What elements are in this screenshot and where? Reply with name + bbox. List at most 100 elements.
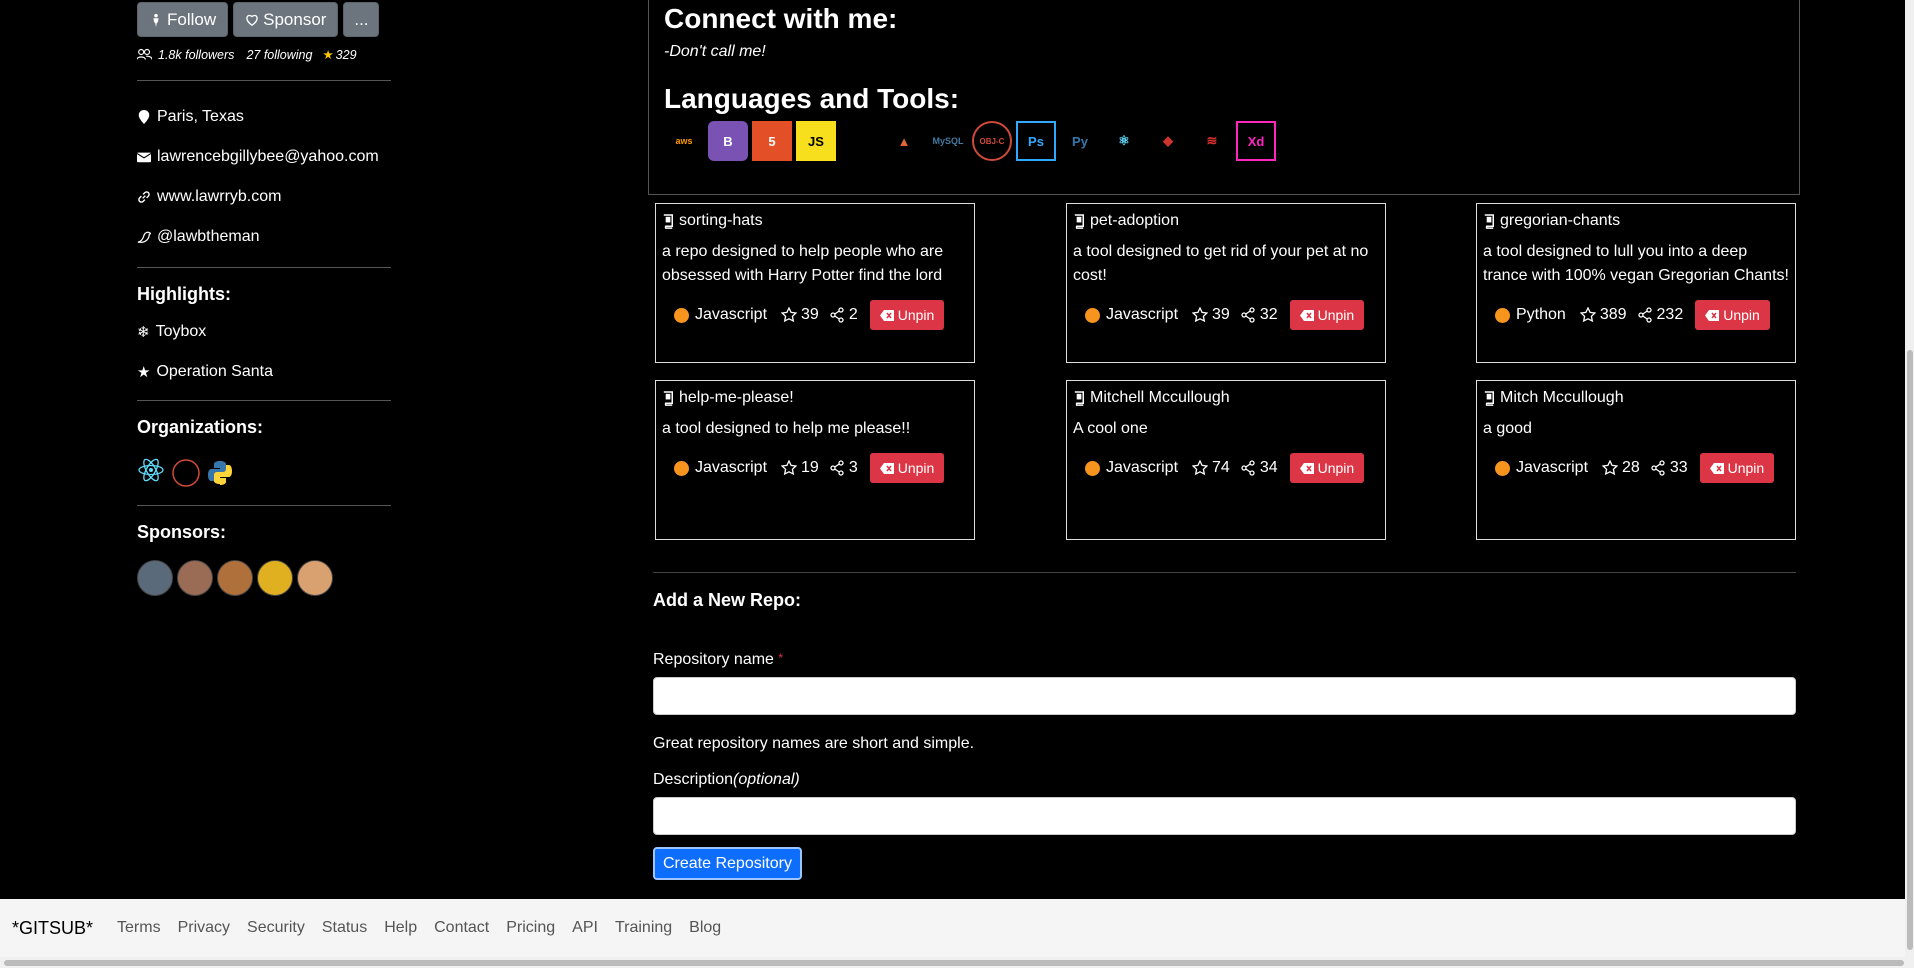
repo-forks[interactable]: 34	[1240, 459, 1278, 477]
footer-link-pricing[interactable]: Pricing	[506, 919, 555, 937]
repo-language: Javascript	[1106, 306, 1179, 323]
scrollbar-thumb[interactable]	[1907, 350, 1913, 950]
repo-stars[interactable]: 74	[1192, 459, 1230, 477]
repo-name-input[interactable]	[653, 677, 1796, 715]
repo-description: a repo designed to help people who are o…	[662, 243, 944, 284]
location-text: Paris, Texas	[157, 108, 244, 125]
footer-link-training[interactable]: Training	[615, 919, 672, 937]
repo-forks[interactable]: 2	[829, 306, 858, 324]
share-icon	[830, 307, 844, 323]
unpin-button[interactable]: Unpin	[869, 453, 945, 483]
star-outline-icon	[1192, 460, 1209, 476]
repo-title: pet-adoption	[1073, 210, 1379, 232]
unpin-label: Unpin	[897, 307, 935, 323]
description-input[interactable]	[653, 797, 1796, 835]
forks-count: 34	[1259, 459, 1278, 476]
ruby-icon: ◆	[1163, 133, 1173, 148]
sponsor-avatar[interactable]	[177, 560, 213, 596]
following-count[interactable]: 27 following	[246, 48, 312, 62]
sponsor-button[interactable]: Sponsor	[233, 2, 339, 37]
footer-link-api[interactable]: API	[572, 919, 598, 937]
python-icon[interactable]	[207, 460, 233, 486]
repo-language: Javascript	[695, 306, 768, 323]
website-link[interactable]: www.lawrryb.com	[157, 188, 281, 206]
unpin-button[interactable]: Unpin	[1695, 300, 1770, 330]
repo-icon	[1074, 213, 1084, 229]
photoshop-icon: Ps	[1016, 121, 1056, 161]
unpin-button[interactable]: Unpin	[869, 300, 945, 330]
footer: *GITSUB* Terms Privacy Security Status H…	[0, 899, 1905, 957]
people-icon	[137, 48, 152, 60]
divider	[137, 400, 391, 401]
followers-count[interactable]: 1.8k followers	[158, 48, 234, 62]
create-repository-button[interactable]: Create Repository	[653, 847, 802, 880]
more-button[interactable]: ...	[343, 2, 380, 37]
stars-count[interactable]: 329	[336, 48, 357, 62]
repo-name-link[interactable]: Mitch Mccullough	[1500, 389, 1624, 407]
repo-meta: Javascript 28 33 Unpin	[1483, 453, 1789, 483]
repo-meta: Python 389 232 Unpin	[1483, 300, 1789, 330]
repo-icon	[1484, 390, 1494, 406]
repo-icon	[1484, 213, 1494, 229]
horizontal-scrollbar[interactable]	[0, 957, 1914, 968]
unpin-button[interactable]: Unpin	[1289, 300, 1365, 330]
repo-stars[interactable]: 19	[781, 459, 819, 477]
repo-forks[interactable]: 3	[829, 459, 858, 477]
repo-forks[interactable]: 33	[1650, 459, 1688, 477]
sponsors-title: Sponsors:	[137, 522, 227, 542]
footer-link-blog[interactable]: Blog	[689, 919, 721, 937]
python-icon: Py	[1072, 133, 1088, 149]
footer-link-help[interactable]: Help	[384, 919, 417, 937]
language-color-dot	[1495, 307, 1510, 323]
repo-name-link[interactable]: Mitchell Mccullough	[1090, 389, 1230, 407]
repo-name-link[interactable]: pet-adoption	[1090, 212, 1179, 230]
repo-title: Mitch Mccullough	[1483, 387, 1789, 409]
react-icon[interactable]	[137, 458, 165, 488]
scrollbar-thumb[interactable]	[4, 960, 1904, 966]
scala-icon: ≋	[1206, 133, 1218, 148]
repo-forks[interactable]: 232	[1637, 306, 1683, 324]
profile-sidebar: Follow Sponsor ... 1.8k followers 27 fol…	[137, 0, 391, 596]
unpin-label: Unpin	[1727, 460, 1765, 476]
repo-stars[interactable]: 28	[1602, 459, 1640, 477]
profile-readme: Connect with me: -Don't call me! Languag…	[648, 0, 1800, 195]
repo-name-link[interactable]: help-me-please!	[679, 389, 794, 407]
share-icon	[1637, 307, 1652, 323]
bootstrap-icon: B	[708, 121, 748, 161]
repo-name-link[interactable]: sorting-hats	[679, 212, 763, 230]
blank-icon	[840, 121, 880, 161]
footer-link-security[interactable]: Security	[247, 919, 305, 937]
footer-link-contact[interactable]: Contact	[434, 919, 489, 937]
star-outline-icon	[1192, 307, 1209, 323]
unpin-button[interactable]: Unpin	[1289, 453, 1365, 483]
star-outline-icon	[781, 307, 798, 323]
backspace-icon	[1705, 309, 1720, 321]
repo-stars[interactable]: 39	[1192, 306, 1230, 324]
repo-title: Mitchell Mccullough	[1073, 387, 1379, 409]
unpin-button[interactable]: Unpin	[1699, 453, 1775, 483]
footer-link-terms[interactable]: Terms	[117, 919, 161, 937]
sponsor-avatar[interactable]	[297, 560, 333, 596]
sponsor-avatar[interactable]	[217, 560, 253, 596]
repo-stars[interactable]: 389	[1579, 306, 1627, 324]
website: www.lawrryb.com	[137, 177, 391, 217]
objective-c-icon[interactable]	[171, 458, 201, 488]
repo-stars[interactable]: 39	[781, 306, 819, 324]
repo-name-link[interactable]: gregorian-chants	[1500, 212, 1620, 230]
follow-button[interactable]: Follow	[137, 2, 229, 37]
star-outline-icon	[1602, 460, 1619, 476]
html5-icon: 5	[752, 121, 792, 161]
divider	[137, 505, 391, 506]
objective-c-icon: OBJ-C	[972, 121, 1012, 161]
footer-brand[interactable]: *GITSUB*	[12, 918, 93, 939]
repo-language: Javascript	[1516, 459, 1589, 476]
footer-link-status[interactable]: Status	[322, 919, 367, 937]
vertical-scrollbar[interactable]	[1905, 0, 1914, 957]
twitter-handle[interactable]: @lawbtheman	[157, 228, 260, 246]
email-link[interactable]: lawrencebgillybee@yahoo.com	[157, 148, 379, 166]
footer-link-privacy[interactable]: Privacy	[178, 919, 230, 937]
sponsor-avatar[interactable]	[257, 560, 293, 596]
repo-description: A cool one	[1073, 420, 1148, 437]
sponsor-avatar[interactable]	[137, 560, 173, 596]
repo-forks[interactable]: 32	[1240, 306, 1278, 324]
